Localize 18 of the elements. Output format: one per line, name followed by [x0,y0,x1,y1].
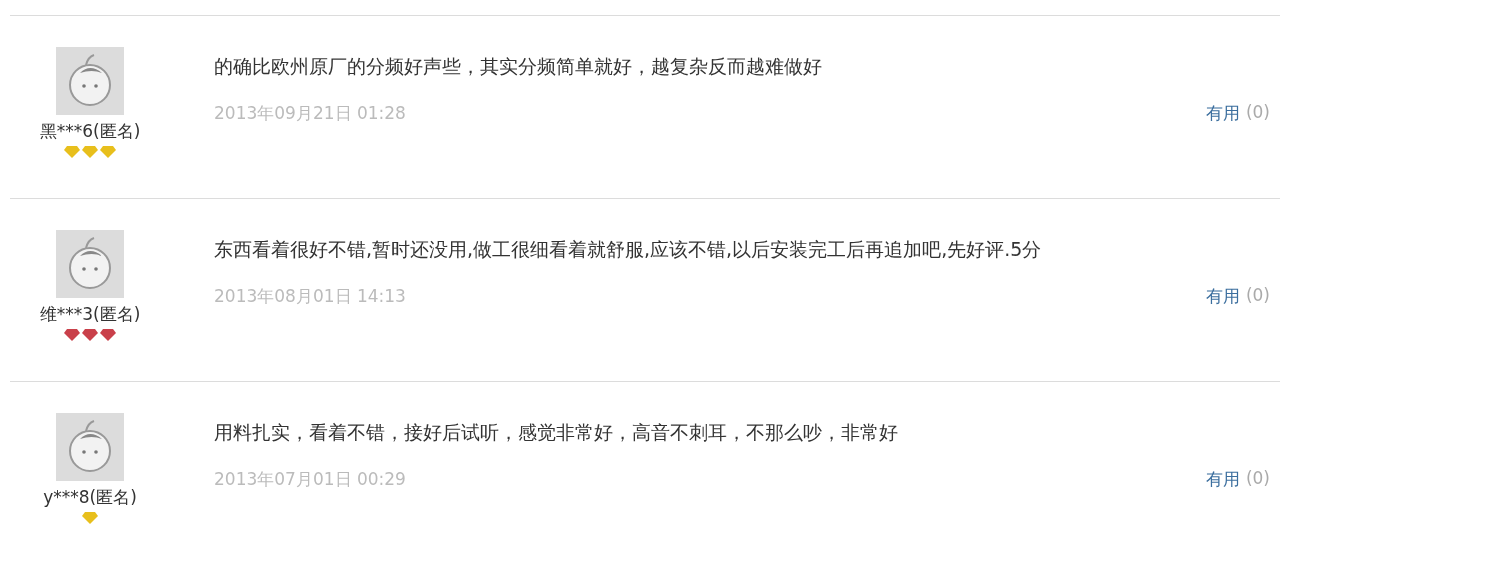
useful-link[interactable]: 有用 [1205,468,1240,491]
useful-count: (0) [1245,102,1270,124]
review-date: 2013年08月01日 14:13 [214,285,406,308]
avatar-icon [56,413,124,481]
review-text: 用料扎实，看着不错，接好后试听，感觉非常好，高音不刺耳，不那么吵，非常好 [214,420,899,445]
user-name: y***8(匿名) [43,486,137,509]
avatar-icon [56,47,124,115]
user-name: 维***3(匿名) [39,303,141,326]
useful-count: (0) [1245,285,1270,307]
avatar-icon [56,230,124,298]
useful-link[interactable]: 有用 [1205,102,1240,125]
review-text: 东西看着很好不错,暂时还没用,做工很细看着就舒服,应该不错,以后安装完工后再追加吧,先好评.5分 [214,237,1043,262]
user-name: 黑***6(匿名) [39,120,141,143]
review-text: 的确比欧州原厂的分频好声些，其实分频简单就好，越复杂反而越难做好 [214,54,823,79]
review-date: 2013年09月21日 01:28 [214,102,406,125]
review-date: 2013年07月01日 00:29 [214,468,406,491]
useful-link[interactable]: 有用 [1205,285,1240,308]
useful-count: (0) [1245,468,1270,490]
